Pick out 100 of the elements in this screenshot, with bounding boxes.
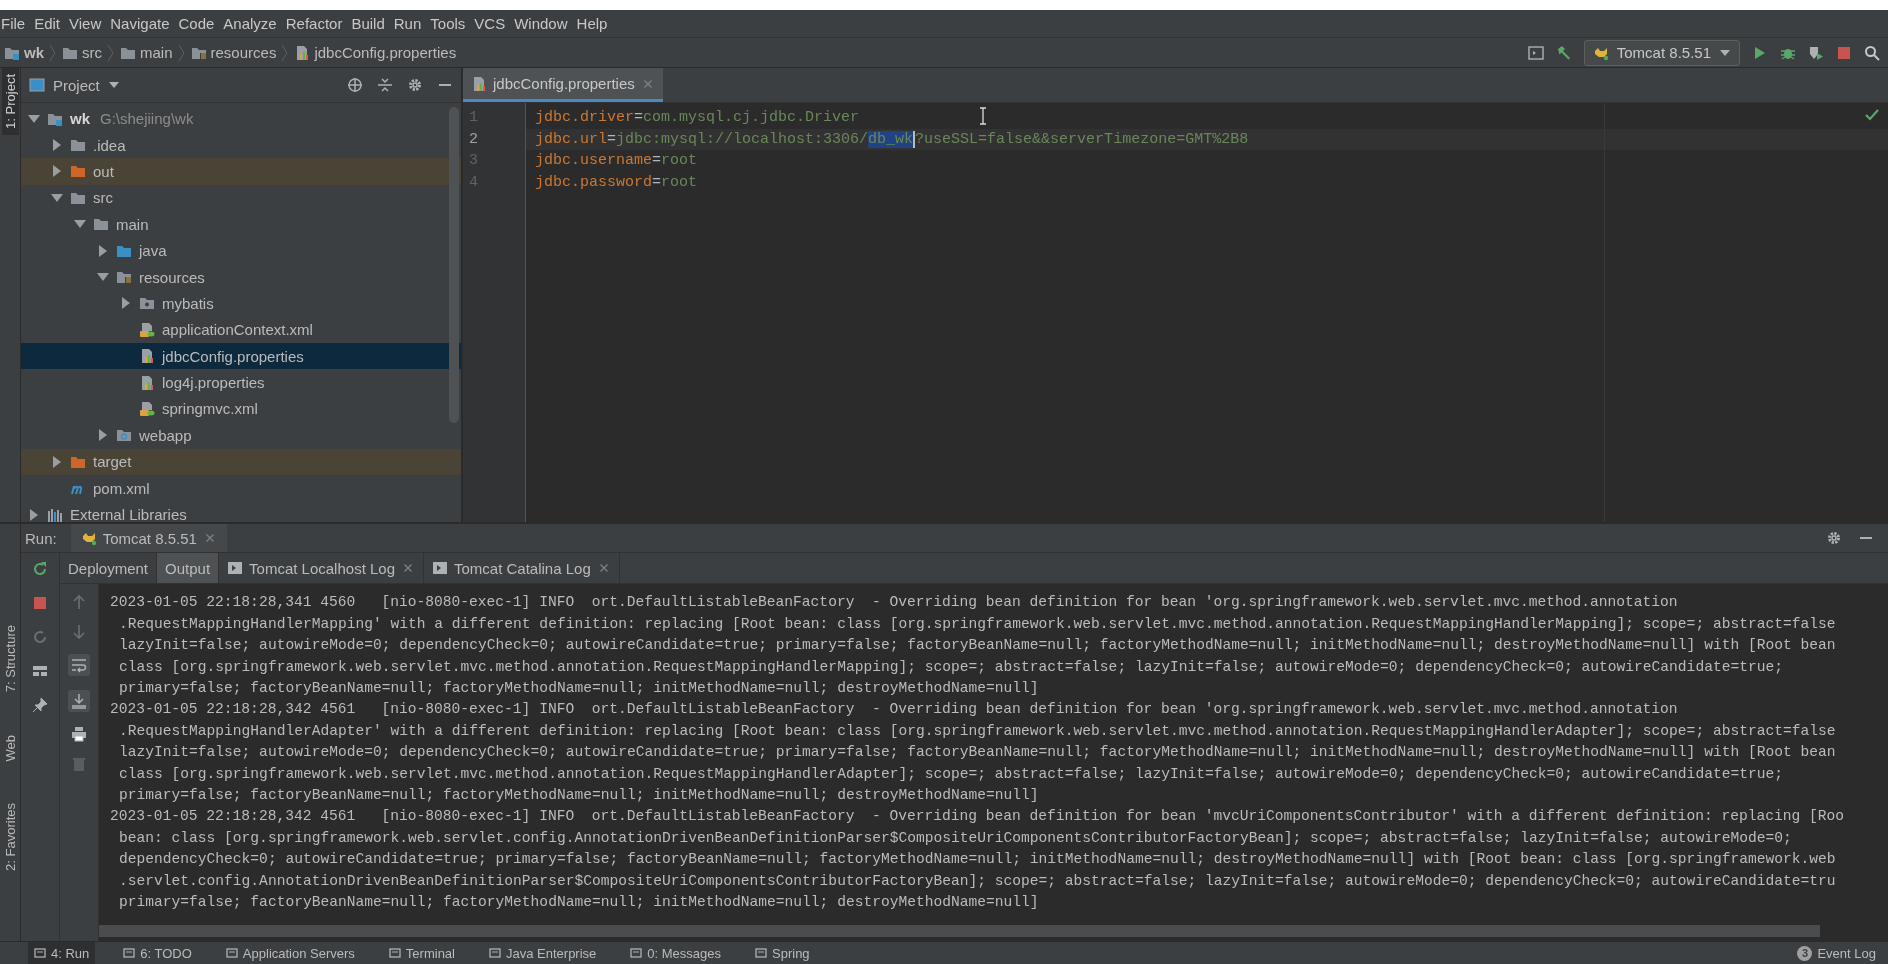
tree-item[interactable]: target — [21, 448, 461, 475]
menu-item[interactable]: Refactor — [284, 14, 348, 32]
wrap-icon — [71, 657, 87, 674]
run-tab[interactable]: Tomcat 8.5.51 — [70, 524, 227, 553]
tree-item[interactable]: wk G:\shejiing\wk — [21, 105, 461, 132]
notification-count: 3 — [1797, 945, 1813, 961]
console-line: .RequestMappingHandlerMapping' with a different definition: replacing [Root bean: class [org.springframework.web.servlet.mvc.method.annotation.RequestMappingHandlerMapping]; scope=; abstract=false — [118, 614, 1836, 634]
tree-item[interactable]: External Libraries — [21, 501, 461, 523]
hammer-icon[interactable] — [1555, 44, 1572, 61]
tool-window-icon — [630, 946, 643, 961]
tool-window-icon — [34, 946, 46, 961]
tool-window-button[interactable]: 4: Run — [28, 942, 96, 964]
menu-item[interactable]: Build — [350, 14, 390, 32]
stop-icon[interactable] — [32, 595, 48, 612]
menu-item[interactable]: View — [68, 14, 107, 32]
menu-item[interactable]: Tools — [429, 14, 471, 32]
side-tool-tab[interactable]: 1: Project — [1, 68, 19, 136]
restore-icon[interactable] — [32, 629, 48, 646]
breadcrumb-item[interactable]: src — [62, 44, 104, 62]
stop-icon[interactable] — [1836, 44, 1852, 61]
tree-item[interactable]: src — [21, 184, 461, 212]
settings-icon[interactable] — [1826, 530, 1842, 547]
console-line: primary=false; factoryBeanName=null; factoryMethodName=null; initMethodName=null; destroyMethodName=null] — [118, 786, 1039, 805]
tree-item[interactable]: jdbcConfig.properties — [21, 343, 461, 370]
event-log-button[interactable]: Event Log — [1817, 945, 1876, 961]
editor-tab[interactable]: jdbcConfig.properties — [463, 68, 663, 103]
print-icon[interactable] — [71, 726, 87, 743]
settings-icon[interactable] — [407, 77, 423, 94]
output-tab[interactable]: Tomcat Catalina Log — [424, 553, 620, 584]
menu-item[interactable]: Analyze — [222, 14, 282, 32]
console-icon — [432, 560, 448, 577]
tool-window-button[interactable]: 0: Messages — [624, 942, 727, 964]
console-line: class [org.springframework.web.servlet.mvc.method.annotation.RequestMappingHandlerMapping]; scope=; abstract=false; lazyInit=false; autowireMode=0; dependencyCheck=0; autowireCandidate=true; — [118, 657, 1783, 677]
tool-window-button[interactable]: 6: TODO — [117, 942, 198, 964]
scroll-end-icon — [71, 693, 87, 710]
console-line: class [org.springframework.web.servlet.mvc.method.annotation.RequestMappingHandlerAdapter]; scope=; abstract=false; lazyInit=false; autowireMode=0; dependencyCheck=0; autowireCandidate=true; — [118, 764, 1783, 784]
console-line: primary=false; factoryBeanName=null; factoryMethodName=null; initMethodName=null; destroyMethodName=null] — [118, 679, 1039, 699]
menu-item[interactable]: Help — [575, 14, 613, 32]
coverage-icon[interactable] — [1808, 44, 1824, 61]
tree-item[interactable]: springmvc.xml — [21, 395, 461, 423]
menu-item[interactable]: Edit — [33, 14, 66, 32]
tree-item[interactable]: log4j.properties — [21, 369, 461, 396]
menu-item[interactable]: Run — [392, 14, 427, 32]
scroll-to-end-button[interactable] — [68, 690, 90, 713]
scrollbar[interactable] — [449, 107, 459, 424]
breadcrumb-item[interactable]: wk — [4, 44, 46, 62]
tool-window-button[interactable]: Java Enterprise — [483, 942, 603, 964]
tree-item[interactable]: applicationContext.xml — [21, 316, 461, 343]
tool-window-button[interactable]: Terminal — [382, 942, 461, 964]
breadcrumb-item[interactable]: main — [120, 44, 175, 62]
chevron-icon — [106, 43, 114, 62]
code-line: jdbc.driver=com.mysql.cj.jdbc.Driver — [535, 108, 860, 129]
tree-item[interactable]: resources — [21, 263, 461, 291]
console-line: bean: class [org.springframework.web.servlet.config.AnnotationDrivenBeanDefinitionParser$CompositeUriComponentsContributorFactoryBean]; scope=; abstract=false; lazyInit=false; autowireMode=0; — [118, 828, 1792, 848]
tool-window-button[interactable]: Spring — [749, 942, 816, 964]
breadcrumb-item[interactable]: resources — [190, 44, 279, 62]
text-cursor-icon — [978, 107, 988, 126]
folder-icon — [70, 137, 86, 154]
collapse-icon[interactable] — [377, 77, 393, 94]
console-line: .RequestMappingHandlerAdapter' with a different definition: replacing [Root bean: class [org.springframework.web.servlet.mvc.method.annotation.RequestMappingHandlerAdapter]; scope=; abstract=false — [118, 721, 1836, 741]
tool-window-icon — [388, 946, 401, 961]
tree-item[interactable]: pom.xml — [21, 474, 461, 502]
tree-item[interactable]: webapp — [21, 422, 461, 449]
output-tab[interactable]: Output — [157, 553, 220, 584]
menu-item[interactable]: Window — [513, 14, 573, 32]
rerun-icon[interactable] — [32, 561, 48, 578]
chevron-icon — [176, 43, 185, 62]
properties-file-icon — [294, 44, 311, 61]
code-line: jdbc.url=jdbc:mysql://localhost:3306/db_wk?useSSL=false&&serverTimezone=GMT%2B8 — [535, 129, 1249, 150]
console-line: 2023-01-05 22:18:28,342 4561 [nio-8080-exec-1] INFO ort.DefaultListableBeanFactory - Overriding bean definition for bean 'mvcUriComponentsContributor' with a different definition: replacing [Roo — [110, 807, 1845, 827]
console-line: dependencyCheck=0; autowireCandidate=true; primary=false; factoryBeanName=null; factoryMethodName=null; initMethodName=null; destroyMethodName=null] with [Root bean: class [org.springframework.web — [118, 850, 1836, 870]
search-icon[interactable] — [1864, 44, 1880, 61]
tree-item[interactable]: out — [21, 158, 461, 185]
crosshair-icon[interactable] — [347, 77, 363, 94]
menu-item[interactable]: VCS — [473, 14, 511, 32]
side-tool-tab[interactable]: 7: Structure — [1, 619, 19, 699]
side-tool-tab[interactable]: 2: Favorites — [1, 797, 19, 878]
menu-item[interactable]: Navigate — [109, 14, 175, 32]
window-icon[interactable] — [1527, 44, 1544, 61]
menu-item[interactable]: File — [0, 14, 31, 32]
tree-item[interactable]: mybatis — [21, 290, 461, 317]
tree-item[interactable]: .idea — [21, 131, 461, 159]
scrollbar[interactable] — [99, 925, 1820, 938]
menu-item[interactable]: Code — [177, 14, 220, 32]
console-line: 2023-01-05 22:18:28,342 4561 [nio-8080-exec-1] INFO ort.DefaultListableBeanFactory - Overriding bean definition for bean 'org.springframework.web.servlet.mvc.method.annotation — [110, 700, 1678, 720]
properties-file-icon — [139, 348, 155, 365]
panel-title[interactable]: Project — [29, 76, 120, 94]
side-tool-tab[interactable]: Web — [1, 728, 19, 768]
output-tab[interactable]: Tomcat Localhost Log — [219, 553, 424, 584]
tool-window-icon — [225, 946, 238, 961]
breadcrumb-item[interactable]: jdbcConfig.properties — [294, 44, 459, 62]
soft-wrap-button[interactable] — [68, 654, 90, 677]
pin-icon[interactable] — [32, 697, 48, 714]
down-arrow-icon[interactable] — [71, 624, 87, 641]
tool-window-button[interactable]: Application Servers — [219, 942, 361, 964]
run-configuration-dropdown[interactable]: Tomcat 8.5.51 — [1583, 39, 1740, 66]
up-arrow-icon[interactable] — [71, 594, 87, 611]
tree-item[interactable]: java — [21, 237, 461, 264]
tree-item[interactable]: main — [21, 211, 461, 238]
console-line: 2023-01-05 22:18:28,341 4560 [nio-8080-exec-1] INFO ort.DefaultListableBeanFactory - Overriding bean definition for bean 'org.springframework.web.servlet.mvc.method.annotation — [110, 593, 1678, 613]
